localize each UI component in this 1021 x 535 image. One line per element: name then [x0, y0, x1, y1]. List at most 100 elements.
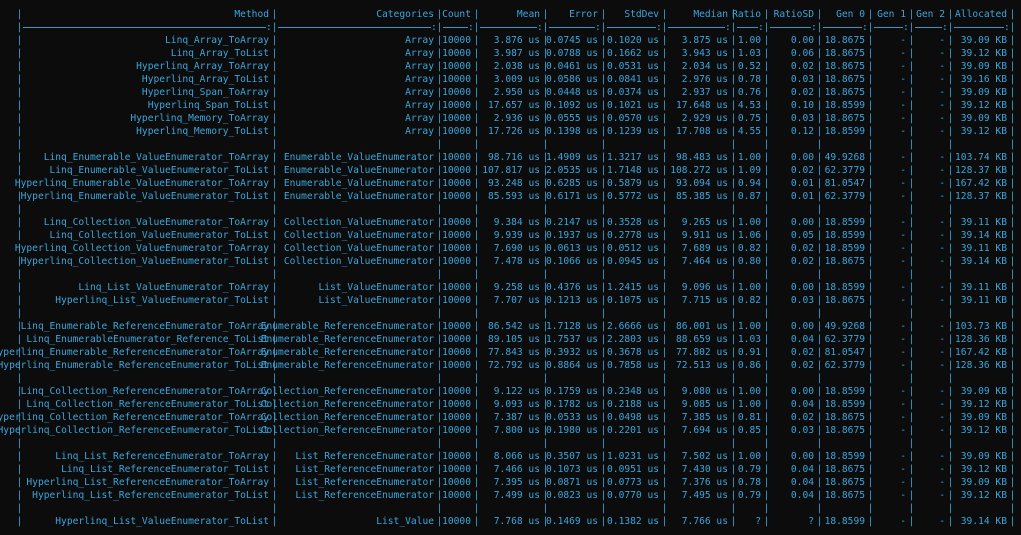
- allocated-cell: 39.12 KB: [960, 464, 1007, 475]
- column-separator: |: [1009, 386, 1016, 397]
- median-cell: 93.094 us: [676, 178, 728, 189]
- column-separator: |: [763, 139, 770, 150]
- method-cell: Hyperlinq_Span_ToArray: [141, 87, 269, 98]
- column-separator: |: [763, 477, 770, 488]
- column-separator: |: [600, 74, 607, 85]
- column-separator: |: [763, 516, 770, 527]
- column-separator: |: [600, 152, 607, 163]
- table-row: | | | | | | | | | | | | | | Hyperlinq_Array_ToArray Arr…: [0, 60, 1021, 73]
- categories-cell: Collection_ReferenceEnumerator: [260, 412, 434, 423]
- gen0-cell: 18.8675: [824, 464, 865, 475]
- column-separator: |: [473, 204, 480, 215]
- column-separator: |: [763, 126, 770, 137]
- table-row: | | | | | | | | | | | | | | Hyperlinq_Span_ToArray Arra…: [0, 86, 1021, 99]
- gen0-cell: 18.8599: [824, 217, 865, 228]
- column-separator: |: [730, 490, 737, 501]
- ratio-cell: 1.00: [737, 152, 761, 163]
- column-separator: |: [542, 139, 549, 150]
- column-separator: |: [947, 217, 954, 228]
- ratiosd-cell: 0.00: [790, 386, 814, 397]
- column-separator: |: [908, 165, 915, 176]
- allocated-cell: 39.12 KB: [960, 100, 1007, 111]
- table-row: | | | | | | | | | | | | | | Hyperlinq_List_ReferenceEn…: [0, 476, 1021, 489]
- column-separator: |: [542, 503, 549, 514]
- column-separator: |: [16, 269, 23, 280]
- column-separator: |: [908, 269, 915, 280]
- categories-cell: List_ValueEnumerator: [318, 282, 434, 293]
- column-separator: |: [661, 282, 668, 293]
- gen2-cell: -: [939, 464, 945, 475]
- column-separator: |: [600, 256, 607, 267]
- gen2-cell: -: [939, 61, 945, 72]
- mean-cell: 7.478 us: [493, 256, 540, 267]
- column-separator: |: [908, 256, 915, 267]
- column-separator: |: [1009, 295, 1016, 306]
- allocated-cell: 39.16 KB: [960, 74, 1007, 85]
- gen1-cell: -: [900, 152, 906, 163]
- column-separator: |: [867, 165, 874, 176]
- allocated-cell: 39.12 KB: [960, 126, 1007, 137]
- column-separator: |: [600, 48, 607, 59]
- ratio-cell: 0.81: [737, 412, 761, 423]
- column-separator: |: [908, 204, 915, 215]
- method-cell: Linq_List_ReferenceEnumerator_ToArray: [55, 451, 269, 462]
- gen1-cell: -: [900, 386, 906, 397]
- gen2-cell: -: [939, 74, 945, 85]
- column-separator: |: [763, 438, 770, 449]
- categories-cell: Array: [405, 74, 434, 85]
- column-separator: |: [867, 243, 874, 254]
- median-cell: Median: [693, 9, 728, 20]
- column-separator: |: [473, 74, 480, 85]
- column-separator: |: [816, 217, 823, 228]
- column-separator: |: [730, 243, 737, 254]
- column-separator: |: [730, 503, 737, 514]
- column-separator: |: [600, 191, 607, 202]
- gen0-cell: 18.8675: [824, 425, 865, 436]
- column-separator: |: [867, 425, 874, 436]
- column-separator: |: [661, 35, 668, 46]
- column-separator: |: [730, 360, 737, 371]
- column-separator: |: [730, 165, 737, 176]
- column-separator: |: [473, 256, 480, 267]
- column-separator: |: [600, 217, 607, 228]
- column-separator: |: [867, 516, 874, 527]
- count-cell: 10000: [442, 399, 471, 410]
- column-separator: |: [730, 425, 737, 436]
- column-separator: |: [763, 165, 770, 176]
- ratiosd-cell: 0.00: [790, 321, 814, 332]
- gen2-cell: -: [939, 334, 945, 345]
- gen0-cell: 18.8675: [824, 490, 865, 501]
- gen0-cell: 18.8599: [824, 100, 865, 111]
- column-separator: |: [271, 191, 278, 202]
- column-separator: |: [816, 35, 823, 46]
- column-separator: |: [730, 269, 737, 280]
- stddev-cell: 0.1239 us: [607, 126, 659, 137]
- count-cell: 10000: [442, 113, 471, 124]
- column-separator: |: [908, 178, 915, 189]
- gen2-cell: Gen 2: [916, 9, 945, 20]
- column-separator: |: [600, 451, 607, 462]
- ratiosd-cell: 0.05: [790, 230, 814, 241]
- median-cell: 17.708 us: [676, 126, 728, 137]
- count-cell: 10000: [442, 464, 471, 475]
- gen2-cell: -: [939, 256, 945, 267]
- alignment-colon: :: [758, 22, 764, 33]
- alignment-colon: :: [537, 22, 543, 33]
- column-separator: |: [661, 9, 668, 20]
- gen0-cell: 18.8599: [824, 451, 865, 462]
- column-separator: |: [763, 48, 770, 59]
- ratiosd-cell: 0.00: [790, 217, 814, 228]
- column-separator: |: [947, 321, 954, 332]
- count-cell: 10000: [442, 217, 471, 228]
- column-separator: |: [763, 490, 770, 501]
- error-cell: 0.1066 us: [546, 256, 598, 267]
- categories-cell: List_ReferenceEnumerator: [295, 451, 434, 462]
- column-separator: |: [867, 152, 874, 163]
- column-separator: |: [947, 477, 954, 488]
- alignment-colon: :: [811, 22, 817, 33]
- median-cell: 85.385 us: [676, 191, 728, 202]
- allocated-cell: 39.12 KB: [960, 425, 1007, 436]
- gen0-cell: 62.3779: [824, 360, 865, 371]
- column-separator: |: [908, 360, 915, 371]
- column-separator: |: [271, 217, 278, 228]
